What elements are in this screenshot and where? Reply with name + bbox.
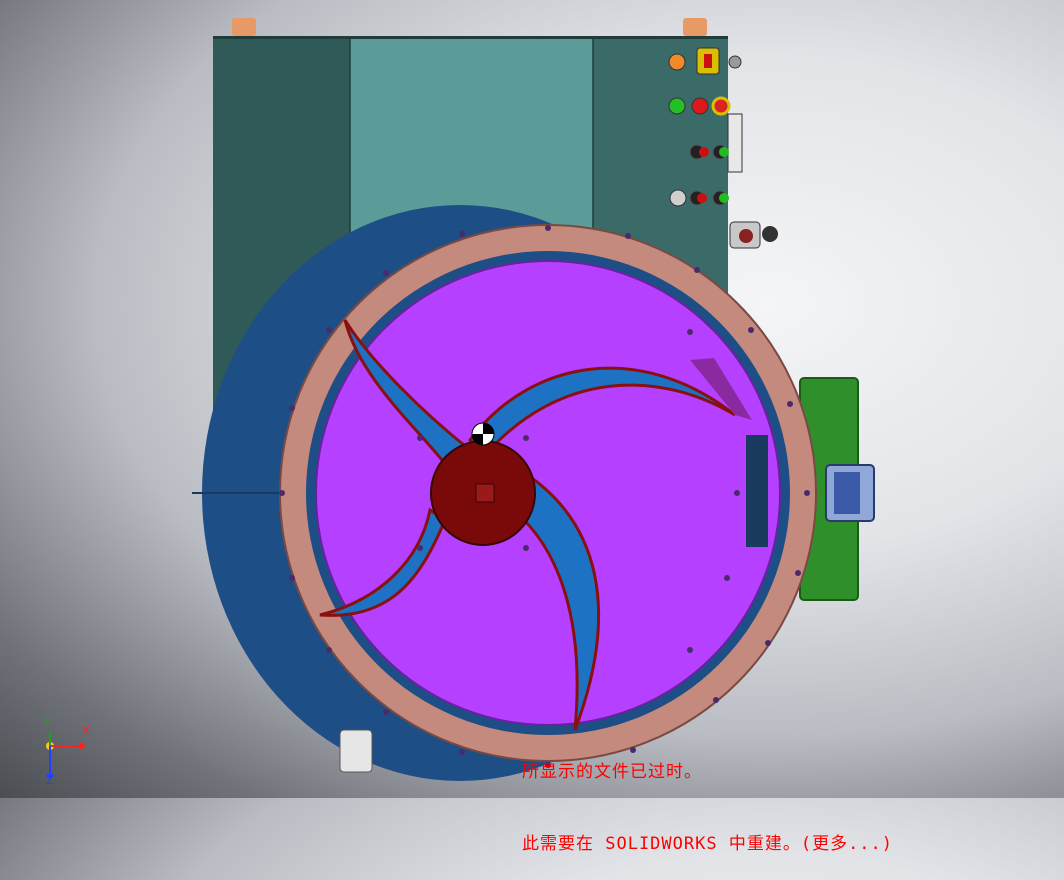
cabinet-handle-right [683,18,707,36]
cabinet-handle-left [232,18,256,36]
stop-button-red [691,97,709,115]
rebuild-warning-line1: 所显示的文件已过时。 [522,762,702,782]
start-button-green [668,97,686,115]
triad-y-label: Y [44,716,51,729]
indicator-lamp-orange [668,53,686,71]
rebuild-warning: 所显示的文件已过时。 此需要在 SOLIDWORKS 中重建。(更多...) [522,712,893,880]
triad-x-label: X [82,724,90,737]
axis-triad[interactable]: X Y Z [40,716,100,787]
rebuild-warning-line2: 此需要在 SOLIDWORKS 中重建。(更多...) [522,832,893,856]
rebuild-warning-text: 此需要在 SOLIDWORKS 中重建。 [522,834,801,854]
emergency-stop-knob [762,226,778,242]
triad-z-label: Z [46,774,54,787]
more-link[interactable]: (更多...) [801,834,893,854]
model-viewport[interactable] [0,0,1064,798]
